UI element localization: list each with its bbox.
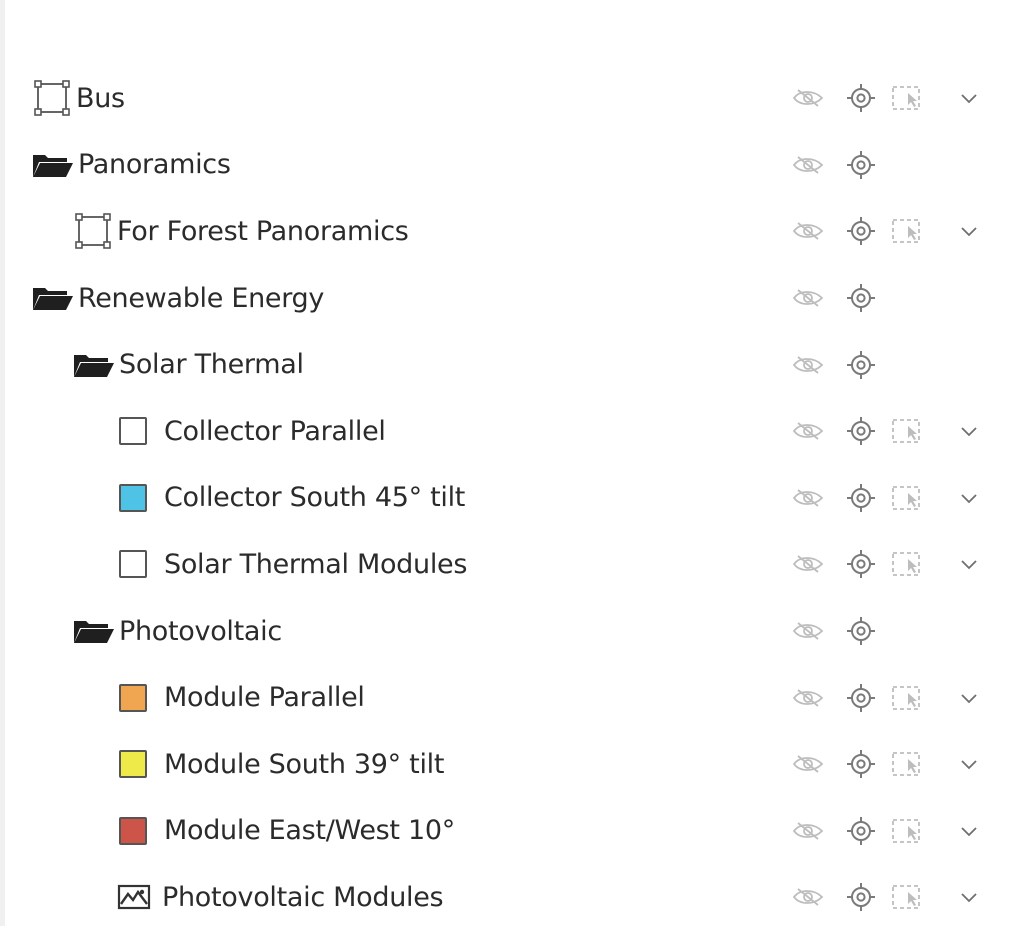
layer-label: Module East/West 10° bbox=[164, 815, 455, 847]
eye-hidden-icon[interactable] bbox=[791, 87, 825, 109]
target-icon[interactable] bbox=[845, 815, 877, 847]
layer-row-main: Solar Thermal bbox=[73, 331, 304, 398]
target-icon[interactable] bbox=[845, 615, 877, 647]
eye-hidden-icon[interactable] bbox=[791, 820, 825, 842]
color-swatch bbox=[119, 550, 147, 579]
select-area-icon[interactable] bbox=[891, 750, 923, 778]
eye-hidden-icon[interactable] bbox=[791, 220, 825, 242]
layer-row-main: Photovoltaic Modules bbox=[117, 864, 444, 931]
layer-row-renewable-energy[interactable]: Renewable Energy bbox=[5, 265, 1009, 332]
layer-label: Collector South 45° tilt bbox=[164, 482, 466, 514]
layer-row-for-forest-panoramics[interactable]: For Forest Panoramics bbox=[5, 198, 1009, 265]
layer-row-main: Module South 39° tilt bbox=[117, 731, 444, 798]
folder-icon bbox=[31, 284, 75, 312]
folder-icon bbox=[31, 151, 75, 179]
layer-row-main: Renewable Energy bbox=[32, 265, 324, 332]
layer-row-main: Module Parallel bbox=[117, 664, 365, 731]
chevron-down-icon[interactable] bbox=[959, 691, 979, 705]
eye-hidden-icon[interactable] bbox=[791, 354, 825, 376]
layer-label: Photovoltaic Modules bbox=[162, 881, 444, 913]
layer-label: Photovoltaic bbox=[119, 615, 282, 647]
eye-hidden-icon[interactable] bbox=[791, 886, 825, 908]
target-icon[interactable] bbox=[845, 548, 877, 580]
layer-row-main: Module East/West 10° bbox=[117, 798, 455, 865]
eye-hidden-icon[interactable] bbox=[791, 687, 825, 709]
target-icon[interactable] bbox=[845, 282, 877, 314]
eye-hidden-icon[interactable] bbox=[791, 620, 825, 642]
layer-label: Solar Thermal Modules bbox=[164, 548, 468, 580]
layer-row-main: Bus bbox=[32, 65, 125, 132]
select-area-icon[interactable] bbox=[891, 817, 923, 845]
layer-row-bus[interactable]: Bus bbox=[5, 65, 1009, 132]
chevron-down-icon[interactable] bbox=[959, 491, 979, 505]
target-icon[interactable] bbox=[845, 682, 877, 714]
layer-label: Module Parallel bbox=[164, 682, 365, 714]
chevron-down-icon[interactable] bbox=[959, 224, 979, 238]
layer-row-module-east-west-10[interactable]: Module East/West 10° bbox=[5, 798, 1009, 865]
target-icon[interactable] bbox=[845, 748, 877, 780]
chevron-down-icon[interactable] bbox=[959, 91, 979, 105]
layer-row-module-south-39-tilt[interactable]: Module South 39° tilt bbox=[5, 731, 1009, 798]
layer-row-solar-thermal[interactable]: Solar Thermal bbox=[5, 331, 1009, 398]
select-area-icon[interactable] bbox=[891, 417, 923, 445]
layer-row-main: Photovoltaic bbox=[73, 598, 282, 665]
layer-row-collector-south-45-tilt[interactable]: Collector South 45° tilt bbox=[5, 465, 1009, 532]
select-area-icon[interactable] bbox=[891, 217, 923, 245]
layer-row-module-parallel[interactable]: Module Parallel bbox=[5, 664, 1009, 731]
layer-label: For Forest Panoramics bbox=[117, 215, 409, 247]
select-area-icon[interactable] bbox=[891, 550, 923, 578]
layer-row-main: Collector South 45° tilt bbox=[117, 465, 465, 532]
chevron-down-icon[interactable] bbox=[959, 557, 979, 571]
layer-label: Collector Parallel bbox=[164, 415, 386, 447]
target-icon[interactable] bbox=[845, 215, 877, 247]
select-area-icon[interactable] bbox=[891, 484, 923, 512]
layer-row-main: For Forest Panoramics bbox=[73, 198, 409, 265]
area-polygon-icon bbox=[73, 211, 113, 251]
chevron-down-icon[interactable] bbox=[959, 424, 979, 438]
target-icon[interactable] bbox=[845, 82, 877, 114]
target-icon[interactable] bbox=[845, 482, 877, 514]
target-icon[interactable] bbox=[845, 881, 877, 913]
layer-panel: Bus Panoramics For Forest Panoramics Renewa… bbox=[0, 0, 1009, 926]
color-swatch bbox=[119, 483, 147, 512]
color-swatch bbox=[119, 750, 147, 779]
target-icon[interactable] bbox=[845, 149, 877, 181]
folder-icon bbox=[72, 351, 116, 379]
layer-row-collector-parallel[interactable]: Collector Parallel bbox=[5, 398, 1009, 465]
layer-row-photovoltaic[interactable]: Photovoltaic bbox=[5, 598, 1009, 665]
color-swatch bbox=[119, 816, 147, 845]
target-icon[interactable] bbox=[845, 349, 877, 381]
layer-label: Module South 39° tilt bbox=[164, 748, 445, 780]
layer-label: Panoramics bbox=[78, 149, 231, 181]
eye-hidden-icon[interactable] bbox=[791, 553, 825, 575]
select-area-icon[interactable] bbox=[891, 883, 923, 911]
layer-label: Renewable Energy bbox=[78, 282, 325, 314]
select-area-icon[interactable] bbox=[891, 684, 923, 712]
layer-row-photovoltaic-modules[interactable]: Photovoltaic Modules bbox=[5, 864, 1009, 931]
layer-row-panoramics[interactable]: Panoramics bbox=[5, 132, 1009, 199]
color-swatch bbox=[119, 683, 147, 712]
chevron-down-icon[interactable] bbox=[959, 757, 979, 771]
folder-icon bbox=[72, 617, 116, 645]
layer-row-solar-thermal-modules[interactable]: Solar Thermal Modules bbox=[5, 531, 1009, 598]
area-polygon-icon bbox=[32, 78, 72, 118]
chevron-down-icon[interactable] bbox=[959, 890, 979, 904]
layer-row-main: Solar Thermal Modules bbox=[117, 531, 467, 598]
layer-label: Solar Thermal bbox=[119, 349, 304, 381]
eye-hidden-icon[interactable] bbox=[791, 487, 825, 509]
select-area-icon[interactable] bbox=[891, 84, 923, 112]
layer-row-main: Panoramics bbox=[32, 132, 231, 199]
eye-hidden-icon[interactable] bbox=[791, 154, 825, 176]
eye-hidden-icon[interactable] bbox=[791, 420, 825, 442]
color-swatch bbox=[119, 417, 147, 446]
layer-label: Bus bbox=[76, 82, 125, 114]
layer-row-main: Collector Parallel bbox=[117, 398, 386, 465]
target-icon[interactable] bbox=[845, 415, 877, 447]
eye-hidden-icon[interactable] bbox=[791, 287, 825, 309]
chevron-down-icon[interactable] bbox=[959, 824, 979, 838]
eye-hidden-icon[interactable] bbox=[791, 753, 825, 775]
layer-tree: Bus Panoramics For Forest Panoramics Renewa… bbox=[5, 65, 1009, 931]
image-icon bbox=[117, 883, 151, 911]
